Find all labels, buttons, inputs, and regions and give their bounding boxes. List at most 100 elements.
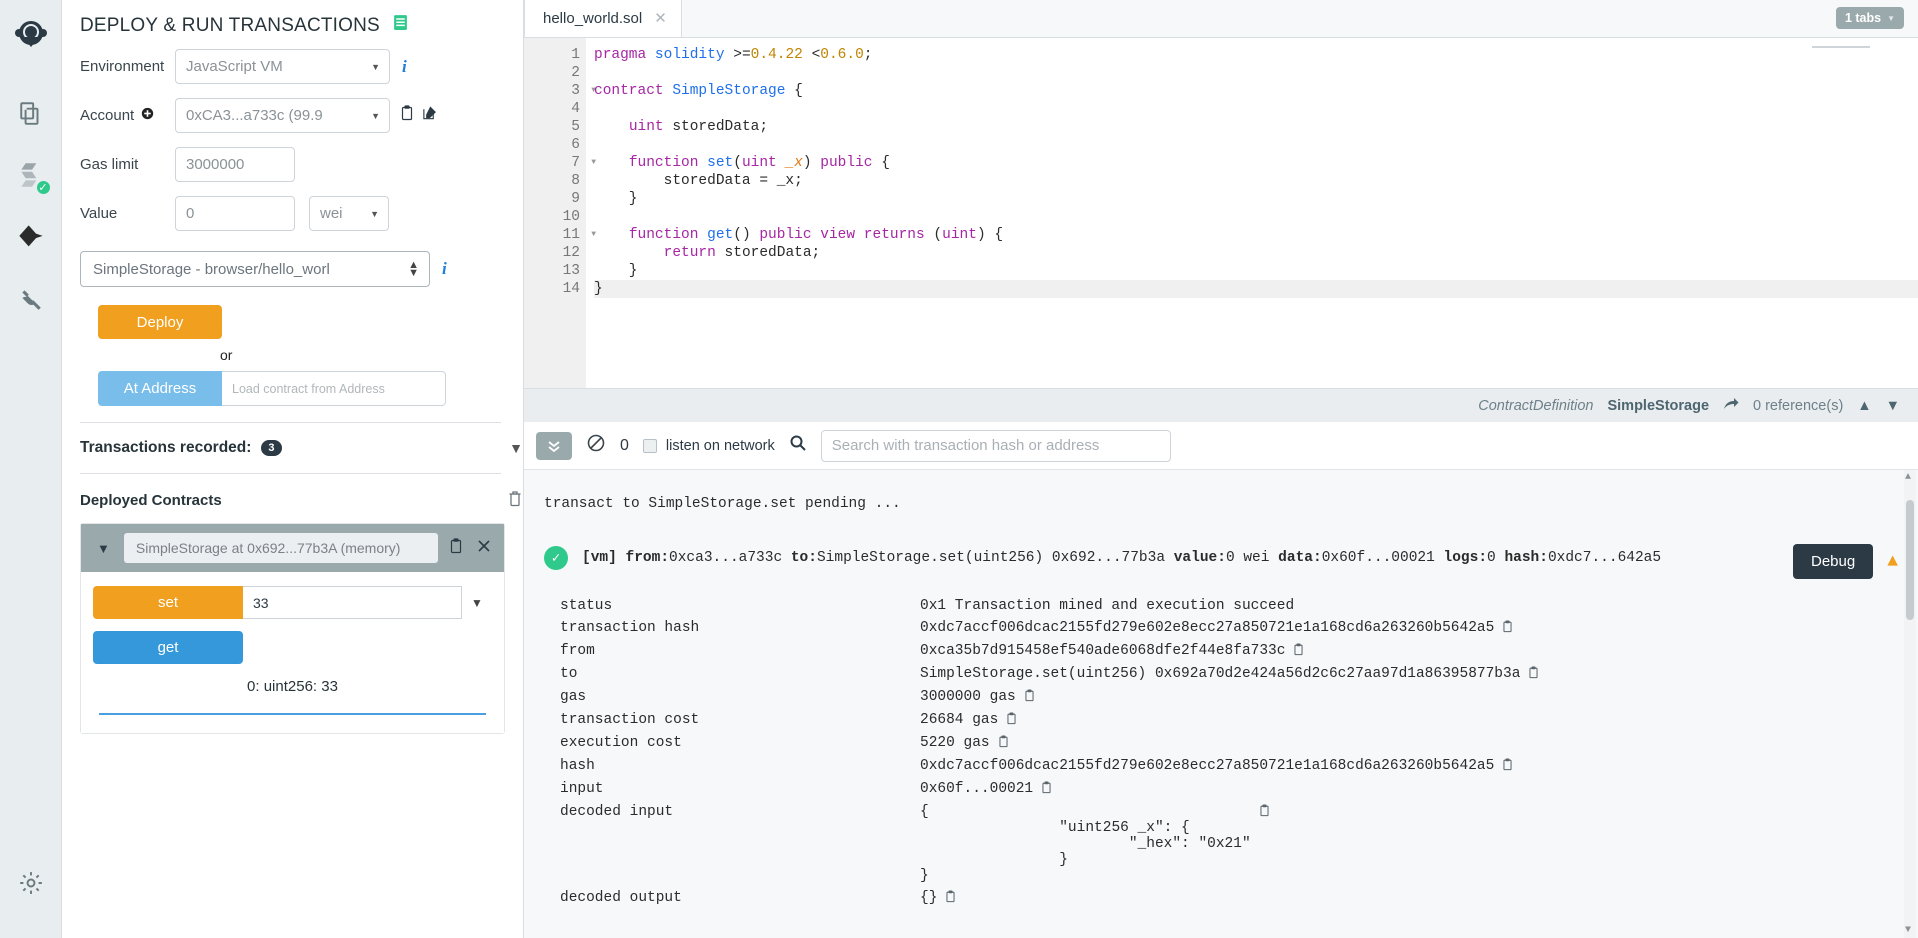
fn-set-button[interactable]: set (93, 586, 243, 619)
environment-select[interactable]: JavaScript VM ▼ (175, 49, 390, 84)
chevron-down-icon[interactable]: ▼ (509, 440, 523, 456)
value-input[interactable]: 0 (175, 196, 295, 231)
transactions-recorded-row[interactable]: Transactions recorded: 3 ▼ (62, 439, 523, 457)
scrollbar-thumb[interactable] (1906, 500, 1914, 620)
code-line[interactable] (594, 100, 1918, 118)
status-symbol: SimpleStorage (1607, 397, 1710, 414)
instance-name[interactable]: SimpleStorage at 0x692...77b3A (memory) (123, 533, 438, 563)
copy-icon[interactable] (1259, 804, 1270, 821)
copy-account-icon[interactable] (400, 105, 414, 126)
code-line[interactable]: function set(uint _x) public { (594, 154, 1918, 172)
clear-console-icon[interactable] (586, 433, 606, 459)
chevron-down-icon[interactable]: ▼ (462, 596, 492, 610)
chevron-down-icon[interactable]: ▼ (1886, 398, 1900, 414)
toggle-terminal-button[interactable] (536, 431, 572, 460)
file-explorers-icon[interactable] (8, 90, 54, 136)
chevron-up-icon[interactable]: ▲ (1857, 398, 1871, 414)
settings-gear-icon[interactable] (8, 860, 54, 906)
copy-icon[interactable] (1041, 781, 1052, 798)
close-instance-icon[interactable] (474, 539, 494, 558)
terminal-search-input[interactable]: Search with transaction hash or address (820, 429, 1171, 462)
compile-success-badge: ✓ (34, 179, 52, 196)
remix-home-icon[interactable] (8, 12, 54, 58)
detail-value: 0x1 Transaction mined and execution succ… (920, 598, 1294, 614)
add-account-icon[interactable] (141, 107, 154, 124)
close-icon[interactable]: ✕ (654, 9, 667, 27)
code-line[interactable] (594, 136, 1918, 154)
plugin-manager-icon[interactable] (8, 276, 54, 322)
deploy-button[interactable]: Deploy (98, 305, 222, 339)
clear-instances-trash-icon[interactable] (507, 490, 523, 511)
solidity-compiler-icon[interactable]: ✓ (8, 152, 54, 198)
code-line[interactable]: storedData = _x; (594, 172, 1918, 190)
line-number: 6 (571, 137, 580, 153)
copy-icon[interactable] (1024, 689, 1035, 706)
chevron-down-icon[interactable]: ▼ (91, 541, 116, 556)
divider-2 (80, 473, 501, 474)
tx-summary-token (617, 550, 626, 566)
fn-get-button[interactable]: get (93, 631, 243, 664)
gas-limit-input[interactable]: 3000000 (175, 147, 295, 182)
copy-icon[interactable] (1502, 758, 1513, 775)
code-line[interactable]: function get() public view returns (uint… (594, 226, 1918, 244)
copy-icon[interactable] (1502, 620, 1513, 637)
copy-icon[interactable] (1006, 712, 1017, 729)
listen-checkbox[interactable] (642, 438, 657, 453)
contract-select[interactable]: SimpleStorage - browser/hello_worl ▲ ▼ (80, 251, 430, 287)
code-token: contract (594, 83, 664, 99)
tabs-count-badge[interactable]: 1 tabs ▼ (1835, 7, 1904, 29)
terminal-output: transact to SimpleStorage.set pending ..… (524, 470, 1918, 938)
pending-message: transact to SimpleStorage.set pending ..… (544, 496, 901, 512)
value-unit-select[interactable]: wei ▼ (309, 196, 389, 231)
at-address-input[interactable]: Load contract from Address (222, 371, 446, 406)
table-row: hash 0xdc7accf006dcac2155fd279e602e8ecc27… (560, 755, 1898, 778)
scroll-down-arrow-icon[interactable]: ▼ (1905, 925, 1911, 936)
code-editor[interactable]: 1 2 3 ▼ 4 5 6 7 ▼ 8 9 10 11 ▼ 12 13 14 pragma solidity >… (524, 38, 1918, 388)
terminal-scrollbar[interactable]: ▲ ▼ (1904, 470, 1916, 938)
code-content[interactable]: pragma solidity >=0.4.22 <0.6.0; contrac… (586, 38, 1918, 388)
panel-doc-icon[interactable] (392, 14, 409, 37)
code-line[interactable]: return storedData; (594, 244, 1918, 262)
edit-account-icon[interactable] (422, 105, 437, 126)
deploy-run-icon[interactable] (8, 214, 54, 260)
function-set-row: set 33 ▼ (93, 586, 492, 619)
terminal-search-placeholder: Search with transaction hash or address (831, 437, 1100, 454)
contract-info-icon[interactable]: i (442, 259, 447, 279)
fn-set-input[interactable]: 33 (243, 586, 462, 619)
account-value: 0xCA3...a733c (99.9 (186, 107, 323, 124)
gas-limit-label: Gas limit (80, 156, 139, 173)
search-icon[interactable] (789, 434, 807, 457)
environment-info-icon[interactable]: i (402, 57, 407, 77)
copy-icon[interactable] (1528, 666, 1539, 683)
tx-summary-token: logs: (1443, 550, 1488, 566)
detail-key: transaction hash (560, 620, 700, 636)
terminal-scroll-content: transact to SimpleStorage.set pending ..… (524, 470, 1918, 910)
copy-instance-icon[interactable] (446, 537, 466, 559)
detail-value: 0xca35b7d915458ef540ade6068dfe2f44e8fa73… (920, 643, 1304, 660)
code-line[interactable]: uint storedData; (594, 118, 1918, 136)
code-token: ; (863, 47, 873, 63)
account-select[interactable]: 0xCA3...a733c (99.9 ▼ (175, 98, 390, 133)
value-row: Value 0 wei ▼ (80, 196, 501, 231)
code-line[interactable]: } (594, 262, 1918, 280)
tab-hello-world-sol[interactable]: hello_world.sol ✕ (524, 0, 682, 37)
code-line[interactable] (594, 208, 1918, 226)
listen-on-network-toggle[interactable]: listen on network (642, 438, 775, 454)
copy-icon[interactable] (1293, 643, 1304, 660)
goto-definition-icon[interactable] (1723, 397, 1739, 415)
code-line[interactable]: } (594, 190, 1918, 208)
copy-icon[interactable] (945, 890, 956, 907)
copy-icon[interactable] (998, 735, 1009, 752)
code-line[interactable] (594, 64, 1918, 82)
code-line[interactable]: } (594, 280, 1918, 298)
collapse-details-icon[interactable]: ▲ (1887, 552, 1898, 572)
line-number: 9 (571, 191, 580, 207)
debug-button[interactable]: Debug (1792, 544, 1874, 579)
transaction-entry-header[interactable]: ✓ [vm] from:0xca3...a733c to:SimpleStora… (544, 534, 1898, 585)
code-line[interactable]: pragma solidity >=0.4.22 <0.6.0; (594, 46, 1918, 64)
scroll-up-arrow-icon[interactable]: ▲ (1905, 472, 1911, 483)
at-address-button[interactable]: At Address (98, 371, 222, 406)
account-row: Account 0xCA3...a733c (99.9 ▼ (80, 98, 501, 133)
code-line[interactable]: contract SimpleStorage { (594, 82, 1918, 100)
